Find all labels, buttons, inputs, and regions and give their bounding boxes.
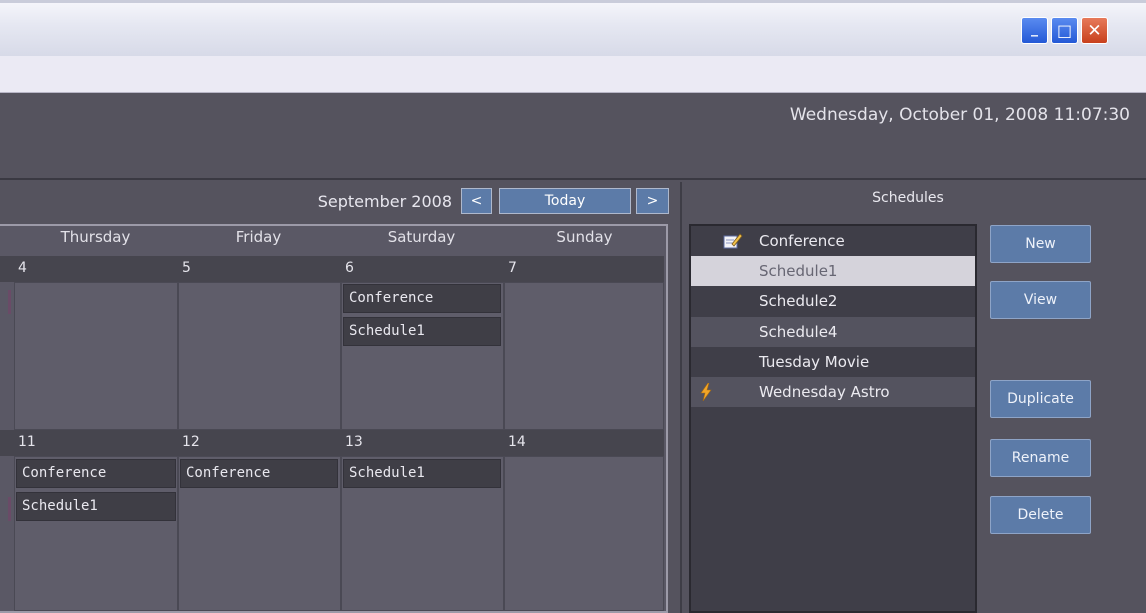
today-button[interactable]: Today bbox=[499, 188, 631, 214]
calendar-event[interactable]: Conference bbox=[180, 459, 338, 488]
month-label: September 2008 bbox=[317, 192, 452, 211]
header-bar: Wednesday, October 01, 2008 11:07:30 bbox=[0, 93, 1146, 180]
schedule-item[interactable]: Conference bbox=[691, 226, 975, 256]
event-marker bbox=[8, 497, 11, 521]
day-number: 4 bbox=[18, 260, 27, 276]
day-number: 13 bbox=[345, 434, 363, 450]
calendar-event[interactable]: Conference bbox=[343, 284, 501, 313]
week-row-header: 4 5 6 7 bbox=[0, 256, 664, 282]
view-button[interactable]: View bbox=[990, 281, 1091, 319]
schedules-title: Schedules bbox=[872, 190, 944, 206]
day-name-saturday: Saturday bbox=[387, 228, 456, 246]
day-cell[interactable] bbox=[504, 456, 664, 611]
day-name-friday: Friday bbox=[235, 228, 282, 246]
event-marker bbox=[8, 290, 11, 314]
schedule-item-label: Tuesday Movie bbox=[759, 353, 870, 371]
day-name-sunday: Sunday bbox=[556, 228, 613, 246]
day-cell[interactable] bbox=[14, 282, 178, 430]
new-button[interactable]: New bbox=[990, 225, 1091, 263]
menu-bar bbox=[0, 56, 1146, 93]
schedules-panel: Schedules Conference Schedule1 Schedule2… bbox=[680, 182, 1146, 613]
current-datetime: Wednesday, October 01, 2008 11:07:30 bbox=[789, 105, 1130, 125]
window-titlebar: _ □ ✕ bbox=[0, 0, 1146, 56]
schedule-item[interactable]: Wednesday Astro bbox=[691, 377, 975, 407]
lightning-icon bbox=[700, 383, 712, 401]
day-number: 14 bbox=[508, 434, 526, 450]
rename-button[interactable]: Rename bbox=[990, 439, 1091, 477]
maximize-icon: □ bbox=[1056, 21, 1073, 40]
calendar-event[interactable]: Schedule1 bbox=[343, 317, 501, 346]
maximize-button[interactable]: □ bbox=[1051, 17, 1078, 44]
delete-button[interactable]: Delete bbox=[990, 496, 1091, 534]
edit-icon bbox=[723, 233, 743, 249]
schedule-item[interactable]: Tuesday Movie bbox=[691, 347, 975, 377]
day-number: 7 bbox=[508, 260, 517, 276]
day-number: 5 bbox=[182, 260, 191, 276]
calendar-event[interactable]: Conference bbox=[16, 459, 176, 488]
calendar-grid: Thursday Friday Saturday Sunday 4 5 6 7 … bbox=[0, 224, 668, 613]
day-number: 11 bbox=[18, 434, 36, 450]
schedule-item[interactable]: Schedule1 bbox=[691, 256, 975, 286]
calendar-panel: September 2008 < Today > Thursday Friday… bbox=[0, 182, 680, 613]
close-button[interactable]: ✕ bbox=[1081, 17, 1108, 44]
schedule-item-label: Conference bbox=[759, 232, 845, 250]
day-number: 12 bbox=[182, 434, 200, 450]
next-month-button[interactable]: > bbox=[636, 188, 669, 214]
minimize-button[interactable]: _ bbox=[1021, 17, 1048, 44]
calendar-event[interactable]: Schedule1 bbox=[16, 492, 176, 521]
calendar-event[interactable]: Schedule1 bbox=[343, 459, 501, 488]
calendar-toolbar: September 2008 < Today > bbox=[0, 182, 680, 222]
schedule-item[interactable]: Schedule2 bbox=[691, 286, 975, 316]
duplicate-button[interactable]: Duplicate bbox=[990, 380, 1091, 418]
close-icon: ✕ bbox=[1087, 20, 1102, 41]
schedule-item-label: Schedule4 bbox=[759, 323, 838, 341]
schedule-item-label: Schedule1 bbox=[759, 262, 838, 280]
day-cell[interactable] bbox=[178, 282, 341, 430]
minimize-icon: _ bbox=[1031, 20, 1038, 37]
day-number: 6 bbox=[345, 260, 354, 276]
day-cell[interactable] bbox=[504, 282, 664, 430]
day-name-thursday: Thursday bbox=[60, 228, 131, 246]
schedule-item[interactable]: Schedule4 bbox=[691, 317, 975, 347]
schedule-item-label: Schedule2 bbox=[759, 292, 838, 310]
prev-month-button[interactable]: < bbox=[461, 188, 492, 214]
week-row-header: 11 12 13 14 bbox=[0, 430, 664, 456]
schedules-list[interactable]: Conference Schedule1 Schedule2 Schedule4… bbox=[689, 224, 977, 613]
schedule-item-label: Wednesday Astro bbox=[759, 383, 890, 401]
